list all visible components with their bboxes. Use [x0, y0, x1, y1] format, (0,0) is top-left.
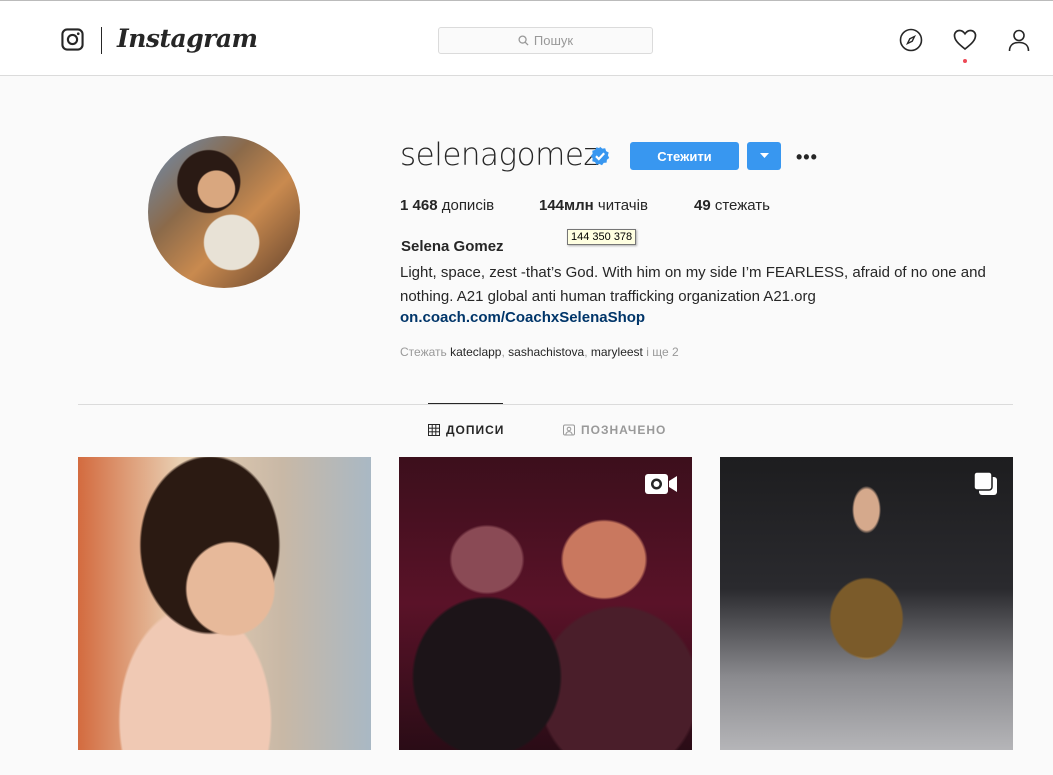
- search-icon: [518, 35, 529, 46]
- carousel-icon: [973, 471, 997, 495]
- followed-by-more: і ще 2: [646, 345, 679, 359]
- followers-tooltip: 144 350 378: [567, 229, 637, 245]
- posts-label: дописів: [441, 197, 495, 214]
- profile-bio: Light, space, zest -that’s God. With him…: [400, 264, 986, 305]
- verified-badge-icon: [590, 146, 610, 166]
- followed-by-user: kateclapp: [450, 345, 502, 359]
- posts-count: 1 468: [400, 197, 438, 214]
- profile-avatar[interactable]: [148, 136, 300, 288]
- post-thumbnail[interactable]: [720, 457, 1013, 750]
- search-input[interactable]: Пошук: [438, 27, 653, 54]
- profile-full-name: Selena Gomez: [401, 238, 504, 255]
- stat-followers[interactable]: 144млн читачів: [539, 197, 648, 214]
- post-thumbnail[interactable]: [399, 457, 692, 750]
- search-placeholder: Пошук: [533, 33, 574, 48]
- profile-website-link[interactable]: on.coach.com/CoachxSelenaShop: [400, 309, 645, 326]
- tab-tagged-label: ПОЗНАЧЕНО: [581, 423, 667, 437]
- followed-by-user: sashachistova: [508, 345, 585, 359]
- notification-dot: [963, 59, 967, 63]
- stat-posts: 1 468 дописів: [400, 197, 494, 214]
- explore-compass-icon[interactable]: [899, 28, 923, 52]
- followed-by-line[interactable]: Стежать kateclapp, sashachistova, maryle…: [400, 345, 679, 359]
- profile-username: selenagomez: [400, 137, 600, 173]
- follow-button[interactable]: Стежити: [630, 142, 739, 170]
- followed-by-prefix: Стежать: [400, 345, 447, 359]
- activity-heart-icon[interactable]: [953, 28, 977, 52]
- grid-icon: [428, 424, 440, 436]
- logo-divider: [101, 27, 102, 54]
- following-count: 49: [694, 197, 711, 214]
- suggestions-dropdown-button[interactable]: [747, 142, 781, 170]
- more-options-button[interactable]: •••: [796, 147, 818, 168]
- stat-following[interactable]: 49 стежать: [694, 197, 770, 214]
- tagged-icon: [563, 424, 575, 436]
- instagram-wordmark[interactable]: Instagram: [117, 24, 258, 53]
- tabs-divider: [78, 404, 1013, 405]
- profile-user-icon[interactable]: [1007, 28, 1031, 52]
- top-navigation-bar: Instagram Пошук: [0, 0, 1053, 76]
- triangle-down-icon: [759, 153, 769, 158]
- tab-posts[interactable]: ДОПИСИ: [428, 423, 504, 437]
- active-tab-indicator: [428, 403, 503, 404]
- followers-label: читачів: [597, 197, 648, 214]
- followed-by-user: maryleest: [590, 345, 643, 359]
- instagram-camera-icon[interactable]: [61, 28, 84, 51]
- tab-posts-label: ДОПИСИ: [446, 423, 505, 437]
- post-thumbnail[interactable]: [78, 457, 371, 750]
- following-label: стежать: [714, 197, 770, 214]
- followers-count: 144млн: [539, 197, 594, 214]
- video-icon: [645, 474, 677, 494]
- tab-tagged[interactable]: ПОЗНАЧЕНО: [563, 423, 666, 437]
